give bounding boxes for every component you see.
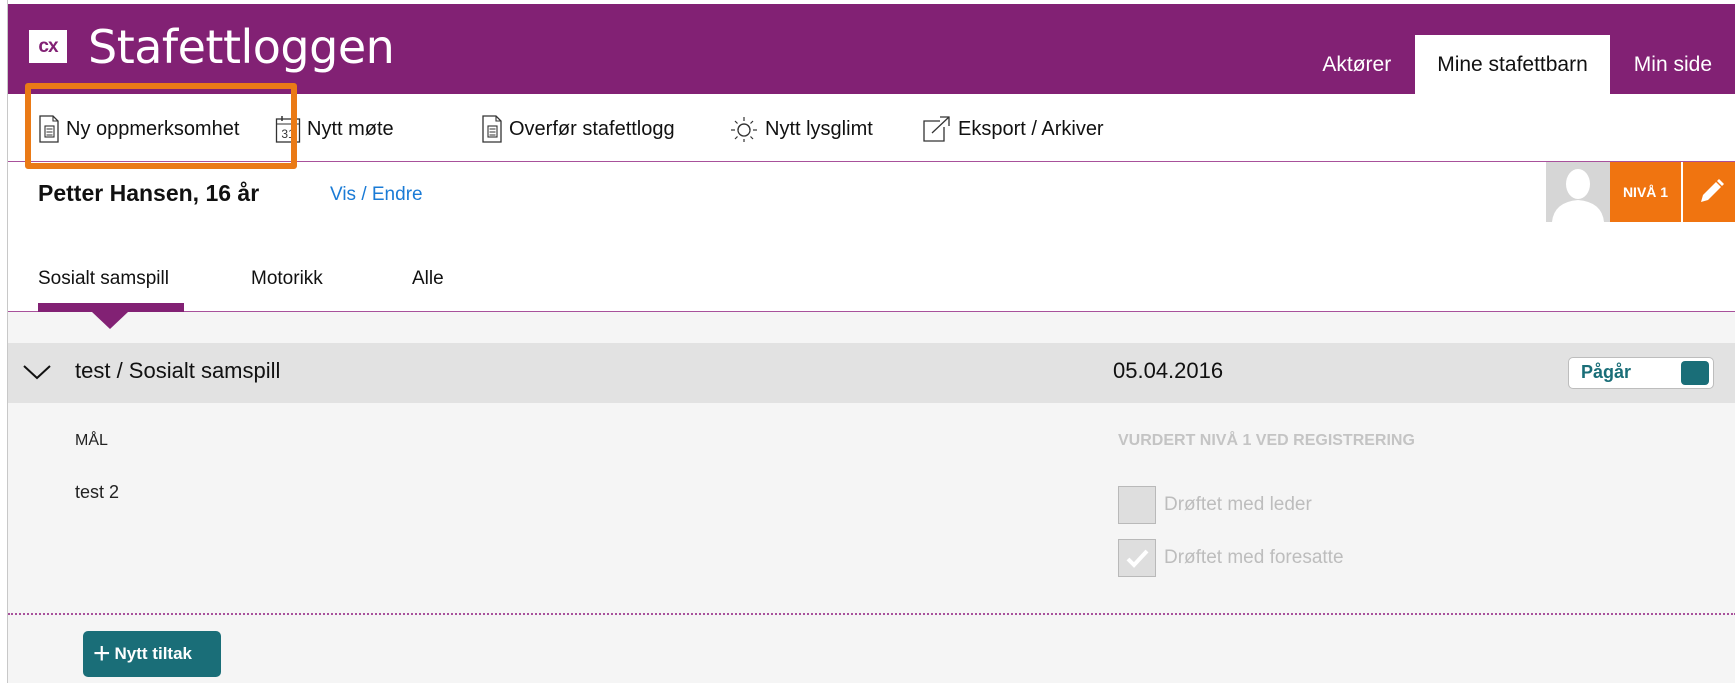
chevron-down-icon[interactable]: [22, 361, 52, 383]
active-tab-arrow: [92, 312, 128, 329]
goal-value: test 2: [75, 482, 120, 502]
checkmark-icon: [1126, 549, 1149, 568]
export-archive-label: Eksport / Arkiver: [958, 117, 1104, 140]
export-icon: [923, 116, 950, 142]
avatar: [1546, 162, 1610, 222]
app-header: cx Stafettloggen Aktører Mine stafettbar…: [8, 4, 1735, 94]
status-toggle[interactable]: Pågår: [1568, 357, 1714, 389]
goal-label: MÅL: [75, 432, 108, 449]
avatar-placeholder-icon: [1552, 169, 1604, 222]
main-nav: Aktører Mine stafettbarn Min side: [1298, 35, 1735, 94]
item-title: test / Sosialt samspill: [75, 358, 281, 383]
plus-icon: +: [93, 637, 111, 670]
status-toggle-knob: [1681, 361, 1709, 385]
edit-person-button[interactable]: [1683, 162, 1735, 222]
discussed-leader-checkbox[interactable]: [1118, 486, 1156, 524]
document-icon: [482, 115, 502, 143]
attention-item-header[interactable]: test / Sosialt samspill 05.04.2016 Pågår: [8, 343, 1735, 403]
nav-aktorer[interactable]: Aktører: [1298, 35, 1415, 94]
new-action-button[interactable]: + Nytt tiltak: [83, 631, 221, 677]
category-tabs: Sosialt samspill Motorikk Alle: [8, 252, 1735, 312]
pencil-icon: [1701, 179, 1724, 202]
section-divider: [8, 613, 1735, 615]
status-label: Pågår: [1581, 362, 1632, 382]
item-date: 05.04.2016: [1113, 358, 1224, 383]
new-meeting-label: Nytt møte: [307, 117, 394, 140]
check-discussed-guardians[interactable]: Drøftet med foresatte: [1118, 539, 1344, 577]
sun-icon: [731, 117, 757, 142]
active-tab-indicator: [38, 303, 184, 312]
check-discussed-leader[interactable]: Drøftet med leder: [1118, 486, 1312, 524]
nav-min-side[interactable]: Min side: [1610, 35, 1735, 94]
logo[interactable]: cx: [29, 30, 67, 63]
view-edit-link[interactable]: Vis / Endre: [330, 184, 423, 206]
nav-mine-stafettbarn[interactable]: Mine stafettbarn: [1415, 35, 1610, 94]
person-name: Petter Hansen, 16 år: [38, 180, 260, 206]
new-glimpse-button[interactable]: Nytt lysglimt: [729, 114, 873, 144]
discussed-leader-label: Drøftet med leder: [1164, 494, 1312, 515]
highlight-box: [25, 83, 297, 169]
export-archive-button[interactable]: Eksport / Arkiver: [922, 114, 1104, 144]
tab-alle[interactable]: Alle: [412, 268, 444, 290]
discussed-guardians-label: Drøftet med foresatte: [1164, 547, 1344, 568]
new-glimpse-label: Nytt lysglimt: [765, 117, 873, 140]
tab-motorikk[interactable]: Motorikk: [251, 268, 323, 290]
new-action-label: Nytt tiltak: [114, 644, 192, 663]
transfer-log-label: Overfør stafettlogg: [509, 117, 675, 140]
app-title[interactable]: Stafettloggen: [88, 19, 395, 75]
level-badge: NIVÅ 1: [1610, 162, 1682, 222]
discussed-guardians-checkbox[interactable]: [1118, 539, 1156, 577]
assessment-label: VURDERT NIVÅ 1 VED REGISTRERING: [1118, 432, 1415, 449]
app-frame: cx Stafettloggen Aktører Mine stafettbar…: [7, 0, 1735, 683]
transfer-log-button[interactable]: Overfør stafettlogg: [481, 114, 675, 144]
tab-sosialt-samspill[interactable]: Sosialt samspill: [38, 268, 169, 290]
